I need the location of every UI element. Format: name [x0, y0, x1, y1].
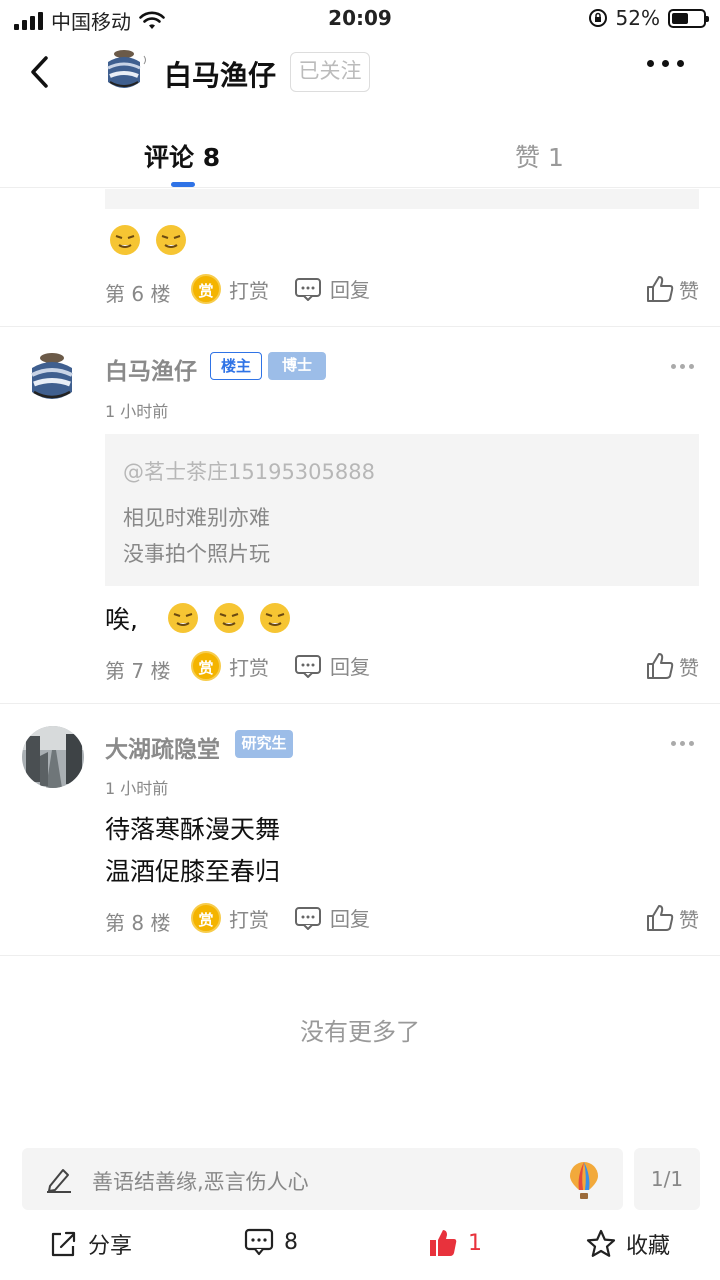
- like-button[interactable]: 赞: [645, 903, 699, 933]
- reply-button[interactable]: 回复: [294, 274, 370, 303]
- tab-bar: 评论 8 赞 1: [0, 112, 720, 188]
- comment-input[interactable]: 善语结善缘,恶言伤人心: [22, 1148, 623, 1210]
- comments-count: 8: [284, 1229, 298, 1255]
- header-avatar[interactable]: [100, 46, 150, 96]
- back-icon[interactable]: [22, 52, 62, 92]
- quote-mention: @茗士茶庄15195305888: [123, 460, 375, 484]
- favorite-button[interactable]: 收藏: [586, 1228, 670, 1260]
- reward-label: 打赏: [229, 907, 269, 932]
- header-user-name[interactable]: 白马渔仔: [164, 54, 276, 94]
- reward-coin-icon: 赏: [191, 903, 221, 933]
- pen-icon: [47, 1169, 71, 1193]
- star-icon: [586, 1229, 616, 1257]
- divider: [0, 326, 720, 327]
- comment-footer: 第 6 楼 赏打赏 回复 赞: [105, 274, 699, 306]
- reply-button[interactable]: 回复: [294, 651, 370, 680]
- comment-text: 唉,: [105, 605, 138, 634]
- reply-button[interactable]: 回复: [294, 903, 370, 932]
- like-label: 赞: [679, 278, 699, 303]
- share-button[interactable]: 分享: [48, 1228, 132, 1260]
- like-button[interactable]: 赞: [645, 651, 699, 681]
- user-avatar[interactable]: [22, 348, 84, 410]
- end-of-list-label: 没有更多了: [300, 1018, 420, 1046]
- reply-icon: [295, 654, 321, 678]
- active-tab-indicator: [171, 182, 195, 187]
- host-badge: 楼主: [210, 352, 262, 380]
- comment-user-name[interactable]: 大湖疏隐堂: [105, 730, 220, 764]
- emoji-row: [108, 223, 188, 257]
- input-placeholder: 善语结善缘,恶言伤人心: [92, 1170, 309, 1194]
- reply-icon: [295, 906, 321, 930]
- header: 白马渔仔 已关注: [0, 36, 720, 112]
- comment-more-icon[interactable]: [671, 364, 694, 369]
- reward-button[interactable]: 赏打赏: [191, 651, 269, 681]
- floor-label: 第 7 楼: [105, 659, 171, 683]
- reward-coin-icon: 赏: [191, 274, 221, 304]
- more-options-icon[interactable]: [647, 60, 684, 67]
- hot-air-balloon-icon[interactable]: [567, 1160, 601, 1200]
- tab-comments[interactable]: 评论 8: [144, 138, 220, 174]
- share-icon: [51, 1231, 76, 1257]
- like-post-button[interactable]: 1: [428, 1228, 482, 1258]
- status-right: 52%: [588, 6, 709, 30]
- share-label: 分享: [88, 1234, 133, 1259]
- comment-text-line: 待落寒酥漫天舞: [105, 815, 281, 844]
- like-label: 赞: [679, 655, 699, 680]
- reward-button[interactable]: 赏打赏: [191, 903, 269, 933]
- like-label: 赞: [679, 907, 699, 932]
- reward-coin-icon: 赏: [191, 651, 221, 681]
- bottom-action-bar: 分享 8 1 收藏: [0, 1222, 720, 1270]
- rotation-lock-icon: [588, 9, 607, 27]
- battery-icon: [668, 8, 709, 28]
- floor-label: 第 6 楼: [105, 282, 171, 306]
- comment-footer: 第 7 楼 赏打赏 回复 赞: [105, 651, 699, 683]
- favorite-label: 收藏: [626, 1234, 671, 1259]
- emoji-row: [166, 601, 292, 635]
- page-indicator[interactable]: 1/1: [634, 1148, 700, 1210]
- reward-button[interactable]: 赏打赏: [191, 274, 269, 304]
- comment-time: 1 小时前: [105, 402, 169, 421]
- comment-user-name[interactable]: 白马渔仔: [105, 352, 197, 386]
- comment-more-icon[interactable]: [671, 741, 694, 746]
- quote-line: 相见时难别亦难: [123, 506, 270, 530]
- comment-text-line: 温酒促膝至春归: [105, 857, 281, 886]
- likes-count: 1: [468, 1230, 482, 1256]
- comment-footer: 第 8 楼 赏打赏 回复 赞: [105, 903, 699, 935]
- quote-box[interactable]: @茗士茶庄15195305888 相见时难别亦难 没事拍个照片玩: [105, 434, 699, 586]
- user-avatar[interactable]: [22, 726, 84, 788]
- divider: [0, 703, 720, 704]
- thumbs-up-icon: [647, 276, 674, 302]
- status-bar: 中国移动 20:09 52%: [0, 0, 720, 36]
- title-badge: 博士: [268, 352, 326, 380]
- tab-likes[interactable]: 赞 1: [515, 138, 564, 174]
- quote-box-partial: [105, 189, 699, 209]
- emoji-icon: [214, 603, 244, 633]
- comments-button[interactable]: 8: [244, 1228, 298, 1256]
- thumbs-up-icon: [647, 905, 674, 931]
- reward-label: 打赏: [229, 278, 269, 303]
- emoji-icon: [260, 603, 290, 633]
- reward-label: 打赏: [229, 655, 269, 680]
- quote-line: 没事拍个照片玩: [123, 542, 270, 566]
- thumbs-up-filled-icon: [430, 1230, 457, 1256]
- reply-label: 回复: [330, 278, 370, 302]
- reply-icon: [295, 277, 321, 301]
- reply-label: 回复: [330, 907, 370, 931]
- battery-percent: 52%: [615, 6, 660, 30]
- emoji-icon: [110, 225, 140, 255]
- title-badge: 研究生: [235, 730, 293, 758]
- comment-time: 1 小时前: [105, 779, 169, 798]
- reply-label: 回复: [330, 655, 370, 679]
- comment-icon: [244, 1228, 274, 1256]
- thumbs-up-icon: [647, 653, 674, 679]
- floor-label: 第 8 楼: [105, 911, 171, 935]
- divider: [0, 955, 720, 956]
- like-button[interactable]: 赞: [645, 274, 699, 304]
- follow-button[interactable]: 已关注: [290, 52, 370, 92]
- emoji-icon: [168, 603, 198, 633]
- emoji-icon: [156, 225, 186, 255]
